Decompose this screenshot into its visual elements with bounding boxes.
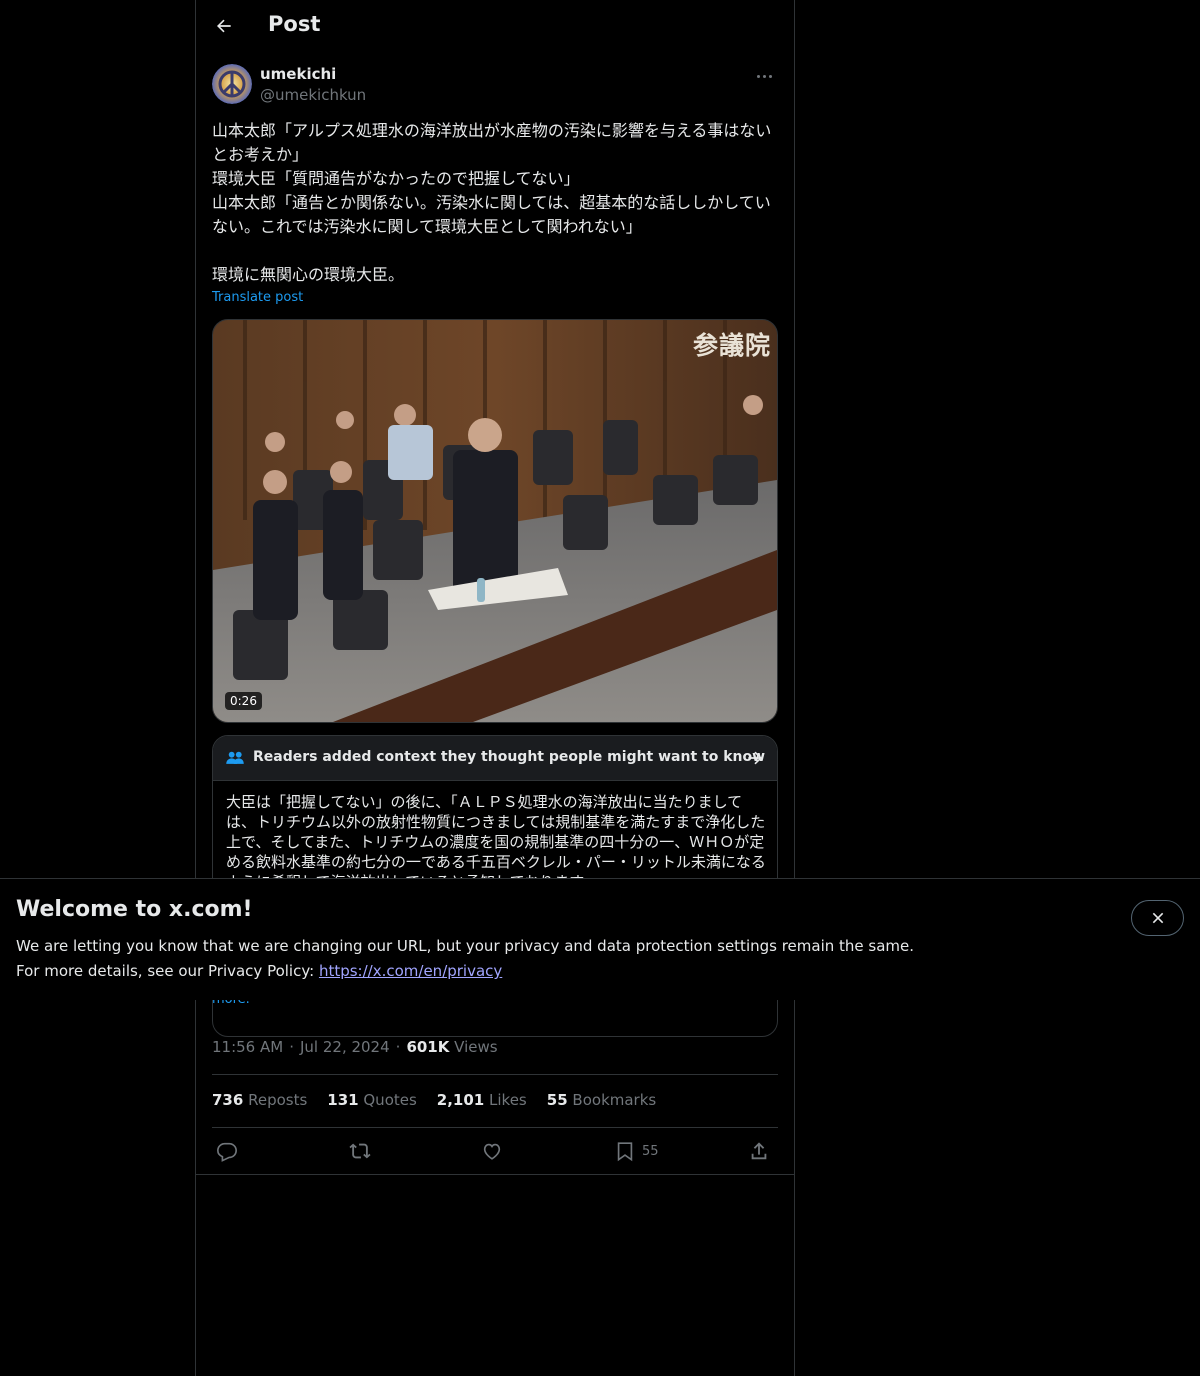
banner-title: Welcome to x.com! <box>16 897 253 922</box>
post-date[interactable]: Jul 22, 2024 <box>300 1038 390 1056</box>
repost-button[interactable] <box>349 1138 371 1164</box>
more-icon <box>756 74 760 78</box>
like-icon <box>483 1143 501 1160</box>
banner-line: For more details, see our Privacy Policy… <box>16 962 503 980</box>
page-title: Post <box>268 12 321 36</box>
post-meta: 11:56 AM · Jul 22, 2024 · 601K Views <box>212 1038 498 1056</box>
translate-post-link[interactable]: Translate post <box>212 290 303 305</box>
post-text: 山本太郎「アルプス処理水の海洋放出が水産物の汚染に影響を与える事はないとお考えか… <box>212 119 778 287</box>
close-banner-button[interactable] <box>1131 900 1184 936</box>
video-duration: 0:26 <box>225 692 262 710</box>
divider <box>196 1174 794 1175</box>
divider <box>212 1127 778 1128</box>
post-author: umekichi @umekichkun <box>212 64 778 108</box>
post-line: 山本太郎「アルプス処理水の海洋放出が水産物の汚染に影響を与える事はないとお考えか… <box>212 121 772 164</box>
bookmark-icon <box>617 1142 633 1162</box>
privacy-policy-link[interactable]: https://x.com/en/privacy <box>319 962 502 980</box>
share-icon <box>751 1142 767 1160</box>
reply-icon <box>217 1142 237 1162</box>
banner-line: We are letting you know that we are chan… <box>16 937 915 955</box>
divider <box>212 1074 778 1075</box>
post-line: 環境大臣「質問通告がなかったので把握してない」 <box>212 169 580 188</box>
post-stats: 736 Reposts 131 Quotes 2,101 Likes 55 Bo… <box>212 1091 656 1109</box>
views-label: Views <box>454 1038 498 1056</box>
video-thumbnail <box>213 320 777 722</box>
share-button[interactable] <box>748 1138 770 1164</box>
quotes-stat[interactable]: 131 Quotes <box>327 1091 417 1109</box>
author-handle[interactable]: @umekichkun <box>260 86 366 104</box>
community-notes-icon <box>226 751 244 764</box>
main-column: Post umekichi @umekichkun 山本太郎「アルプス処理水の海… <box>195 0 795 1376</box>
community-notes-header[interactable]: Readers added context they thought peopl… <box>213 736 777 781</box>
community-notes-body: 大臣は「把握してない」の後に、「ＡＬＰＳ処理水の海洋放出に当たりましては、トリチ… <box>226 793 766 891</box>
post-actions: 55 <box>212 1136 778 1166</box>
bookmarks-stat[interactable]: 55 Bookmarks <box>547 1091 656 1109</box>
reposts-stat[interactable]: 736 Reposts <box>212 1091 307 1109</box>
reply-button[interactable] <box>216 1138 238 1164</box>
bookmark-count: 55 <box>642 1143 659 1159</box>
post-line: 環境に無関心の環境大臣。 <box>212 265 405 284</box>
back-button[interactable] <box>210 12 238 40</box>
likes-stat[interactable]: 2,101 Likes <box>437 1091 527 1109</box>
repost-icon <box>349 1143 371 1159</box>
community-notes-title: Readers added context they thought peopl… <box>253 749 766 765</box>
like-button[interactable] <box>481 1138 503 1164</box>
banner-text: We are letting you know that we are chan… <box>16 934 916 984</box>
video-watermark: 参議院 <box>692 331 771 360</box>
arrow-right-icon[interactable] <box>745 748 765 768</box>
bookmark-button[interactable]: 55 <box>614 1138 659 1164</box>
author-name[interactable]: umekichi <box>260 65 336 83</box>
back-arrow-icon <box>217 19 231 33</box>
post-line-gap <box>212 239 778 263</box>
views-count: 601K <box>406 1038 450 1056</box>
welcome-banner: Welcome to x.com! We are letting you kno… <box>0 878 1200 1000</box>
video-player[interactable]: 参議院 0:26 <box>212 319 778 723</box>
post-time[interactable]: 11:56 AM <box>212 1038 283 1056</box>
post-line: 山本太郎「通告とか関係ない。汚染水に関しては、超基本的な話ししかしていない。これ… <box>212 193 771 236</box>
page-header: Post <box>196 0 794 54</box>
close-icon <box>1152 912 1163 924</box>
more-button[interactable] <box>750 66 778 86</box>
avatar[interactable] <box>212 64 252 104</box>
